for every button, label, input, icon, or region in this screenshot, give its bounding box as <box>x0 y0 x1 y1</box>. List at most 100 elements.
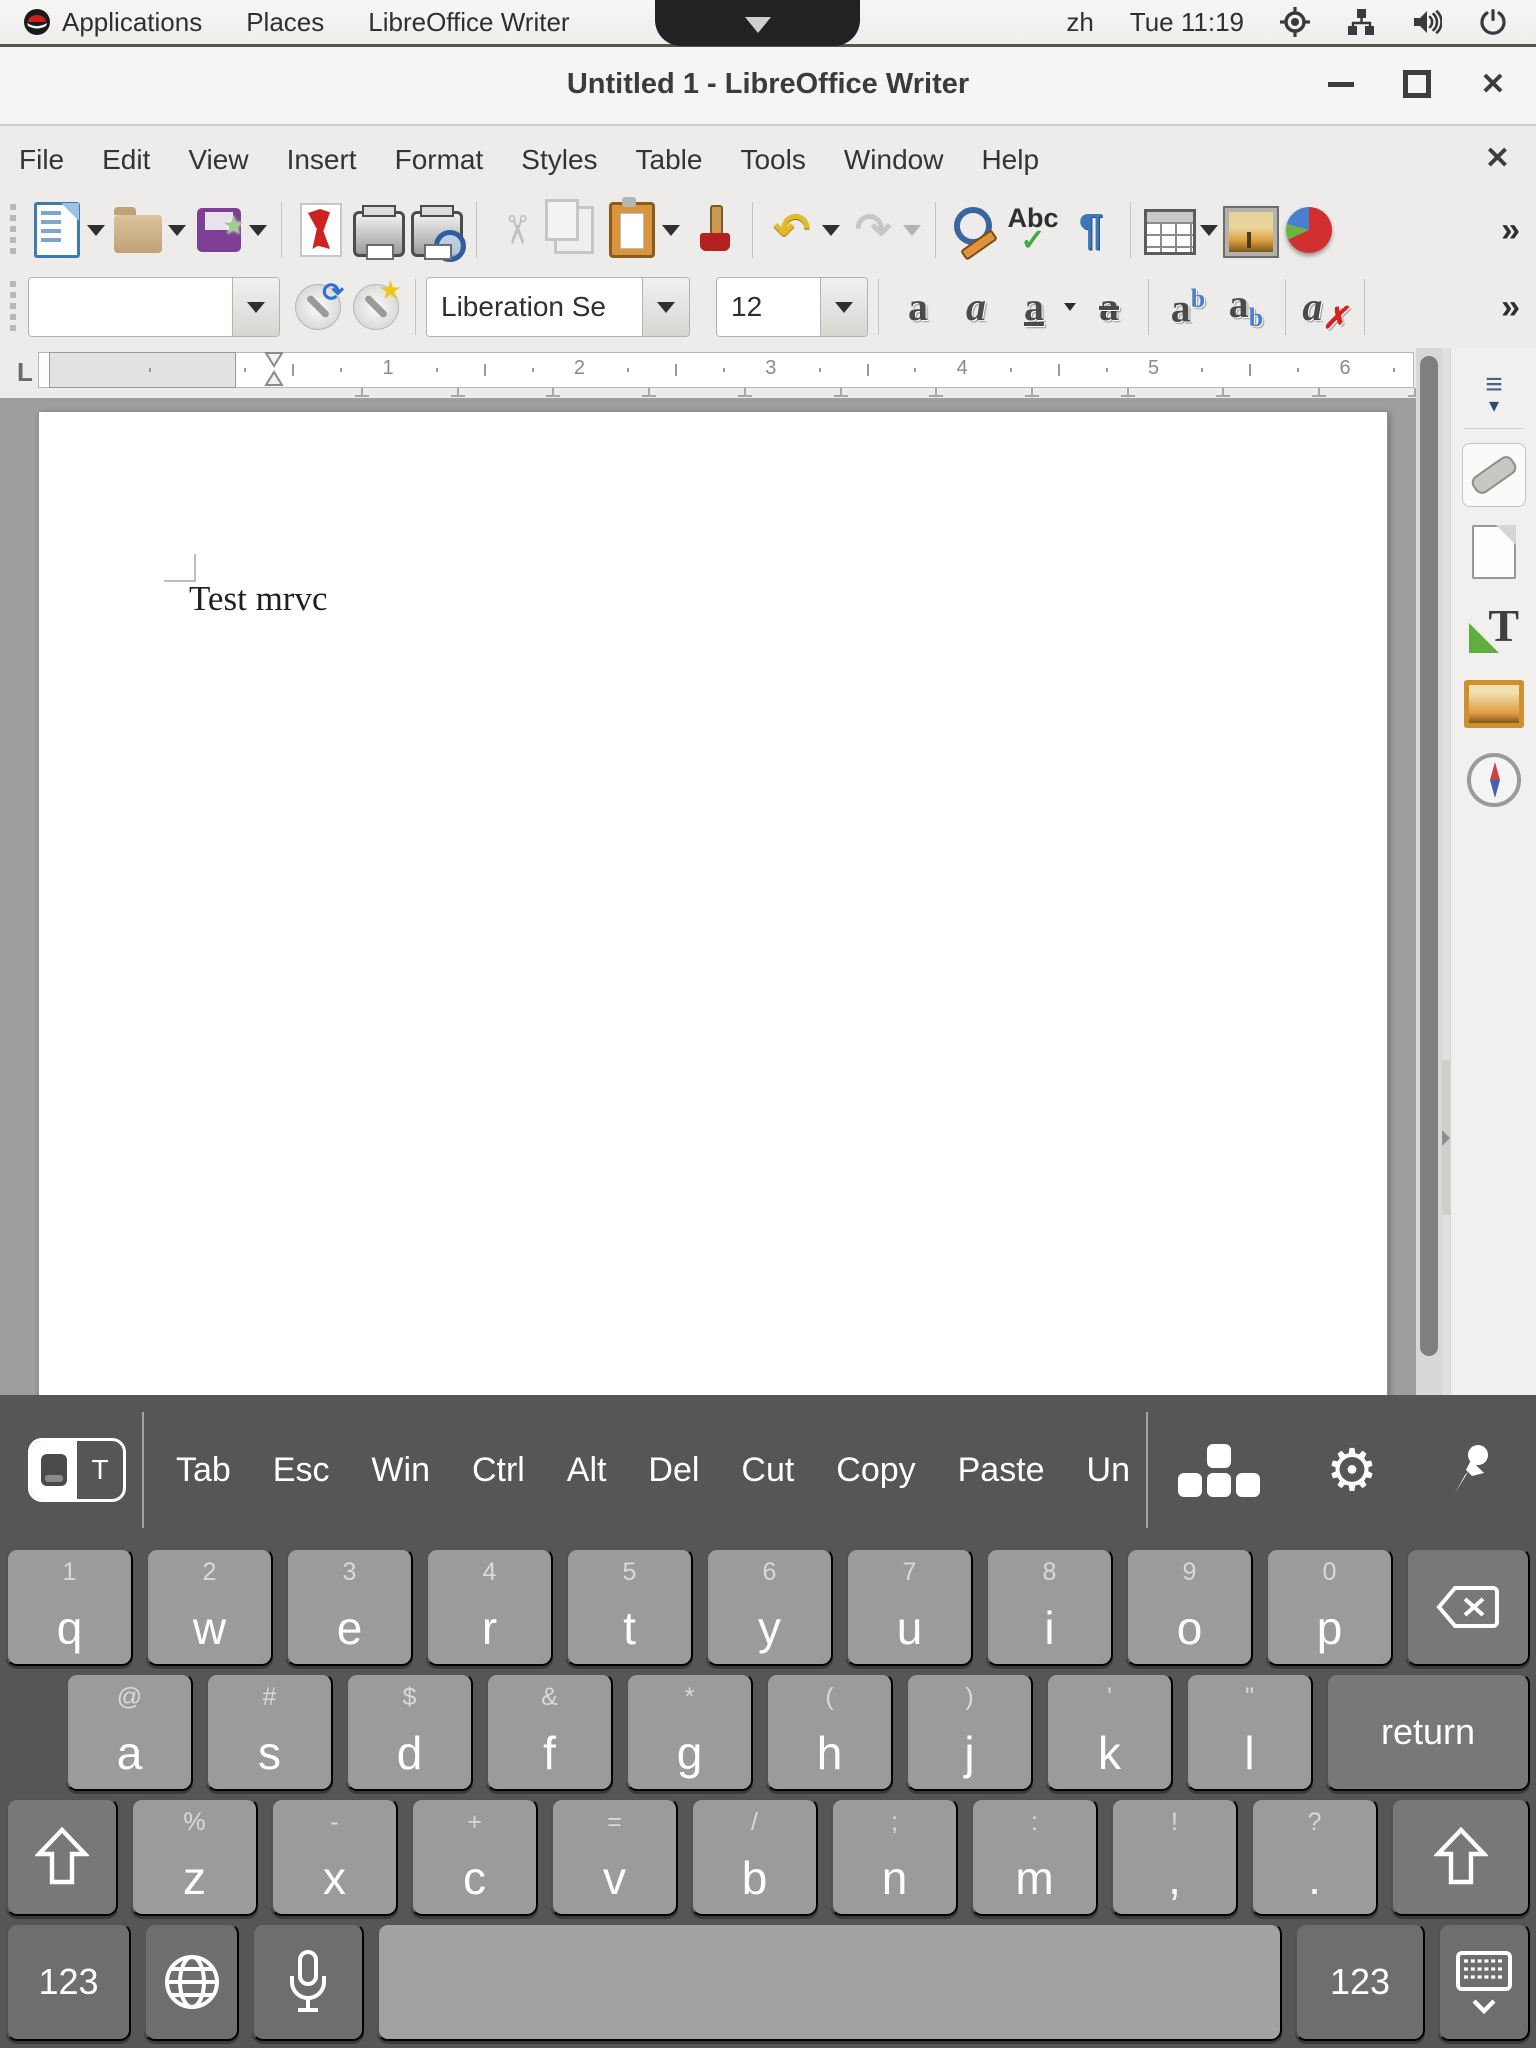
accessory-key-esc[interactable]: Esc <box>269 1445 334 1496</box>
key-k[interactable]: 'k <box>1046 1673 1173 1791</box>
font-size-dropdown[interactable] <box>820 278 867 336</box>
new-document-button[interactable] <box>31 202 83 258</box>
key-z[interactable]: %z <box>131 1798 258 1916</box>
open-button[interactable] <box>112 202 164 258</box>
undo-dropdown[interactable] <box>822 225 840 236</box>
paste-dropdown[interactable] <box>662 225 680 236</box>
key-f[interactable]: &f <box>486 1673 613 1791</box>
key-b[interactable]: /b <box>691 1798 818 1916</box>
toolbar-overflow-button[interactable]: » <box>1501 211 1520 250</box>
paste-button[interactable] <box>606 202 658 258</box>
underline-dropdown[interactable] <box>1064 303 1076 311</box>
key-m[interactable]: :m <box>971 1798 1098 1916</box>
document-paragraph[interactable]: Test mrvc <box>189 579 327 619</box>
accessory-key-tab[interactable]: Tab <box>172 1445 235 1496</box>
insert-table-button[interactable] <box>1144 202 1196 258</box>
toolbar-overflow-button[interactable]: » <box>1501 288 1520 327</box>
vertical-scrollbar[interactable] <box>1416 348 1442 1395</box>
accessory-key-paste[interactable]: Paste <box>954 1445 1049 1496</box>
volume-menu[interactable] <box>1398 0 1456 44</box>
document-page[interactable]: Test mrvc <box>38 411 1388 1395</box>
menu-insert[interactable]: Insert <box>268 126 376 194</box>
applications-menu[interactable]: Applications <box>0 0 224 44</box>
paragraph-style-combo[interactable] <box>28 277 280 337</box>
sidebar-tab-properties[interactable] <box>1462 443 1526 507</box>
key-t[interactable]: 5t <box>566 1548 693 1666</box>
key-v[interactable]: =v <box>551 1798 678 1916</box>
places-menu[interactable]: Places <box>224 0 346 44</box>
underline-button[interactable]: a <box>1008 279 1060 335</box>
undo-button[interactable]: ↶ <box>766 202 818 258</box>
superscript-button[interactable]: ab <box>1162 279 1214 335</box>
toolbar-grip[interactable] <box>8 204 18 256</box>
blocks-button[interactable] <box>1178 1444 1260 1497</box>
font-name-combo[interactable]: Liberation Se <box>426 277 690 337</box>
accessory-key-copy[interactable]: Copy <box>832 1445 919 1496</box>
key-i[interactable]: 8i <box>986 1548 1113 1666</box>
menu-view[interactable]: View <box>169 126 267 194</box>
menu-window[interactable]: Window <box>825 126 963 194</box>
font-size-combo[interactable]: 12 <box>716 277 868 337</box>
formatting-marks-button[interactable]: ¶ <box>1065 202 1117 258</box>
new-style-button[interactable] <box>350 279 402 335</box>
keyboard-settings-button[interactable]: ⚙ <box>1326 1441 1378 1499</box>
backspace-key[interactable] <box>1406 1548 1530 1666</box>
input-method-indicator[interactable]: zh <box>1052 0 1107 44</box>
window-title-bar[interactable]: Untitled 1 - LibreOffice Writer <box>0 44 1536 126</box>
redo-button[interactable]: ↷ <box>847 202 899 258</box>
key-c[interactable]: +c <box>411 1798 538 1916</box>
key-p[interactable]: 0p <box>1266 1548 1393 1666</box>
network-menu[interactable] <box>1332 0 1390 44</box>
dismiss-keyboard-key[interactable] <box>1438 1923 1530 2041</box>
subscript-button[interactable]: ab <box>1220 279 1272 335</box>
menu-styles[interactable]: Styles <box>502 126 616 194</box>
insert-image-button[interactable] <box>1225 202 1277 258</box>
insert-chart-button[interactable] <box>1283 202 1335 258</box>
key-.[interactable]: ?. <box>1251 1798 1378 1916</box>
accessibility-menu[interactable] <box>1266 0 1324 44</box>
key-r[interactable]: 4r <box>426 1548 553 1666</box>
mic-key[interactable] <box>252 1923 364 2041</box>
accessory-key-win[interactable]: Win <box>367 1445 434 1496</box>
sidebar-tab-page[interactable] <box>1463 521 1525 583</box>
sidebar-hide-handle[interactable] <box>1442 1060 1450 1215</box>
update-style-button[interactable] <box>292 279 344 335</box>
clone-formatting-button[interactable] <box>687 202 739 258</box>
horizontal-ruler[interactable]: 123456 <box>38 352 1414 388</box>
text-mode-option[interactable]: T <box>77 1441 123 1499</box>
toolbar-grip[interactable] <box>8 281 18 333</box>
numbers-key-left[interactable]: 123 <box>6 1923 131 2041</box>
tab-stop-type-selector[interactable]: L <box>10 356 40 388</box>
numbers-key-right[interactable]: 123 <box>1295 1923 1425 2041</box>
shift-right-key[interactable] <box>1391 1798 1530 1916</box>
key-g[interactable]: *g <box>626 1673 753 1791</box>
key-,[interactable]: !, <box>1111 1798 1238 1916</box>
key-o[interactable]: 9o <box>1126 1548 1253 1666</box>
globe-key[interactable] <box>144 1923 239 2041</box>
clock[interactable]: Tue 11:19 <box>1116 0 1258 44</box>
document-area[interactable]: Test mrvc <box>0 398 1416 1395</box>
key-x[interactable]: -x <box>271 1798 398 1916</box>
restore-button[interactable] <box>1394 61 1440 107</box>
accessory-key-del[interactable]: Del <box>644 1445 703 1496</box>
menu-format[interactable]: Format <box>376 126 503 194</box>
return-key[interactable]: return <box>1326 1673 1530 1791</box>
space-key[interactable] <box>377 1923 1282 2041</box>
key-w[interactable]: 2w <box>146 1548 273 1666</box>
menu-table[interactable]: Table <box>617 126 722 194</box>
redo-dropdown[interactable] <box>903 225 921 236</box>
menu-edit[interactable]: Edit <box>83 126 169 194</box>
power-menu[interactable] <box>1464 0 1522 44</box>
print-button[interactable] <box>353 202 405 258</box>
sidebar-settings-button[interactable]: ≡ ▾ <box>1463 376 1525 412</box>
bold-button[interactable]: a <box>892 279 944 335</box>
spelling-button[interactable]: Abc✓ <box>1007 202 1059 258</box>
keyboard-mode-toggle[interactable]: T <box>28 1438 126 1502</box>
print-preview-button[interactable] <box>411 202 463 258</box>
open-dropdown[interactable] <box>168 225 186 236</box>
paragraph-style-dropdown[interactable] <box>232 278 279 336</box>
key-a[interactable]: @a <box>66 1673 193 1791</box>
active-app-menu[interactable]: LibreOffice Writer <box>346 0 591 44</box>
screen-notch[interactable] <box>655 0 860 46</box>
key-u[interactable]: 7u <box>846 1548 973 1666</box>
